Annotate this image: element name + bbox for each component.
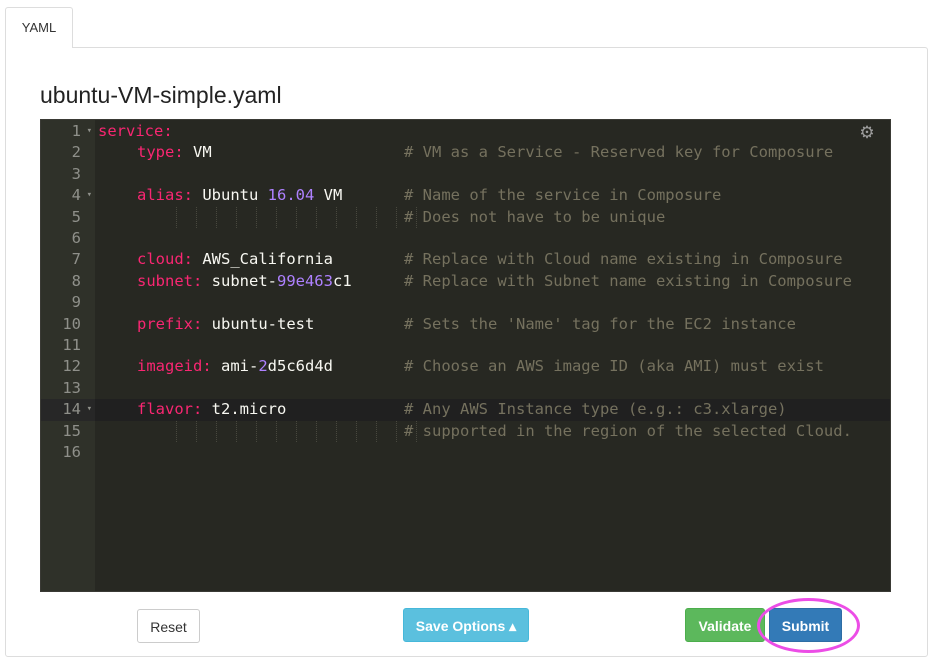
indent-guide xyxy=(336,420,337,442)
code-text: flavor: t2.micro xyxy=(137,400,287,419)
indent-guide xyxy=(256,206,257,228)
code-text: cloud: AWS_California xyxy=(137,250,333,269)
line-number: 11 xyxy=(62,336,81,354)
code-line[interactable]: 14 ▾ flavor: t2.micro # Any AWS Instance ty… xyxy=(41,399,890,421)
code-line[interactable]: 3 xyxy=(41,164,890,185)
line-number: 3 xyxy=(71,164,81,183)
line-number: 8 xyxy=(71,271,81,290)
code-editor[interactable]: ⚙ 1 ▾ service: 2 type: VM # VM as a Service -… xyxy=(40,119,891,592)
indent-guide xyxy=(216,206,217,228)
code-line[interactable]: 1 ▾ service: xyxy=(41,121,890,142)
indent-guide xyxy=(296,420,297,442)
code-line[interactable]: 7 cloud: AWS_California # Replace with Clo… xyxy=(41,249,890,270)
indent-guide xyxy=(316,206,317,228)
indent-guide xyxy=(236,206,237,228)
indent-guide xyxy=(296,206,297,228)
code-comment: # VM as a Service - Reserved key for Com… xyxy=(404,143,834,162)
code-line[interactable]: 9 xyxy=(41,292,890,313)
code-line[interactable]: 5 # Does not have to be unique xyxy=(41,206,890,228)
reset-button[interactable]: Reset xyxy=(137,609,200,643)
line-number: 14 ▾ xyxy=(41,399,95,421)
code-comment: # Does not have to be unique xyxy=(404,207,666,226)
line-number: 9 xyxy=(71,293,81,312)
code-comment: # supported in the region of the selecte… xyxy=(404,421,852,440)
code-comment: # Replace with Cloud name existing in Co… xyxy=(404,250,843,269)
indent-guide xyxy=(256,420,257,442)
line-number: 10 xyxy=(62,314,81,333)
line-number: 16 xyxy=(62,443,81,461)
indent-guide xyxy=(376,420,377,442)
indent-guide xyxy=(176,420,177,442)
file-title: ubuntu-VM-simple.yaml xyxy=(40,82,282,108)
code-comment: # Sets the 'Name' tag for the EC2 instan… xyxy=(404,314,796,333)
code-line[interactable]: 15 # supported in the region of the selec… xyxy=(41,420,890,442)
code-text: prefix: ubuntu-test xyxy=(137,314,315,333)
fold-arrow-icon[interactable]: ▾ xyxy=(87,185,92,206)
indent-guide xyxy=(376,206,377,228)
code-line[interactable]: 16 xyxy=(41,442,890,463)
code-line[interactable]: 8 subnet: subnet-99e463c1 # Replace with S… xyxy=(41,271,890,292)
code-text: imageid: ami-2d5c6d4d xyxy=(137,357,333,376)
code-line[interactable]: 11 xyxy=(41,335,890,356)
code-text: subnet: subnet-99e463c1 xyxy=(137,271,352,290)
indent-guide xyxy=(396,206,397,228)
line-number: 12 xyxy=(62,357,81,376)
code-text: service: xyxy=(98,122,173,140)
indent-guide xyxy=(276,420,277,442)
indent-guide xyxy=(216,420,217,442)
submit-highlight-ring xyxy=(757,598,860,653)
indent-guide xyxy=(176,206,177,228)
line-number: 13 xyxy=(62,378,81,397)
fold-arrow-icon[interactable]: ▾ xyxy=(87,121,92,142)
line-number: 4 ▾ xyxy=(41,185,95,206)
indent-guide xyxy=(356,206,357,228)
fold-arrow-icon[interactable]: ▾ xyxy=(87,399,92,420)
indent-guide xyxy=(276,206,277,228)
code-line[interactable]: 13 xyxy=(41,378,890,399)
indent-guide xyxy=(236,420,237,442)
code-line[interactable]: 2 type: VM # VM as a Service - Reserved ke… xyxy=(41,142,890,163)
code-text: alias: Ubuntu 16.04 VM xyxy=(137,186,343,205)
line-number: 5 xyxy=(71,207,81,226)
code-comment: # Any AWS Instance type (e.g.: c3.xlarge… xyxy=(404,400,787,419)
tab-yaml[interactable]: YAML xyxy=(5,7,73,48)
code-comment: # Choose an AWS image ID (aka AMI) must … xyxy=(404,357,824,376)
validate-button[interactable]: Validate xyxy=(685,608,765,642)
code-text: type: VM xyxy=(137,143,212,162)
indent-guide xyxy=(196,206,197,228)
line-number: 7 xyxy=(71,250,81,269)
line-number: 2 xyxy=(71,143,81,162)
indent-guide xyxy=(316,420,317,442)
indent-guide xyxy=(196,420,197,442)
line-number: 1 ▾ xyxy=(41,121,95,142)
code-comment: # Name of the service in Composure xyxy=(404,186,722,205)
indent-guide xyxy=(336,206,337,228)
code-line[interactable]: 4 ▾ alias: Ubuntu 16.04 VM # Name of the se… xyxy=(41,185,890,206)
line-number: 15 xyxy=(62,421,81,440)
code-comment: # Replace with Subnet name existing in C… xyxy=(404,271,852,290)
indent-guide xyxy=(396,420,397,442)
line-number: 6 xyxy=(71,229,81,247)
code-line[interactable]: 12 imageid: ami-2d5c6d4d # Choose an AWS i… xyxy=(41,356,890,377)
save-options-button[interactable]: Save Options ▴ xyxy=(403,608,529,642)
indent-guide xyxy=(356,420,357,442)
code-line[interactable]: 6 xyxy=(41,228,890,249)
code-line[interactable]: 10 prefix: ubuntu-test # Sets the 'Name' t… xyxy=(41,314,890,335)
